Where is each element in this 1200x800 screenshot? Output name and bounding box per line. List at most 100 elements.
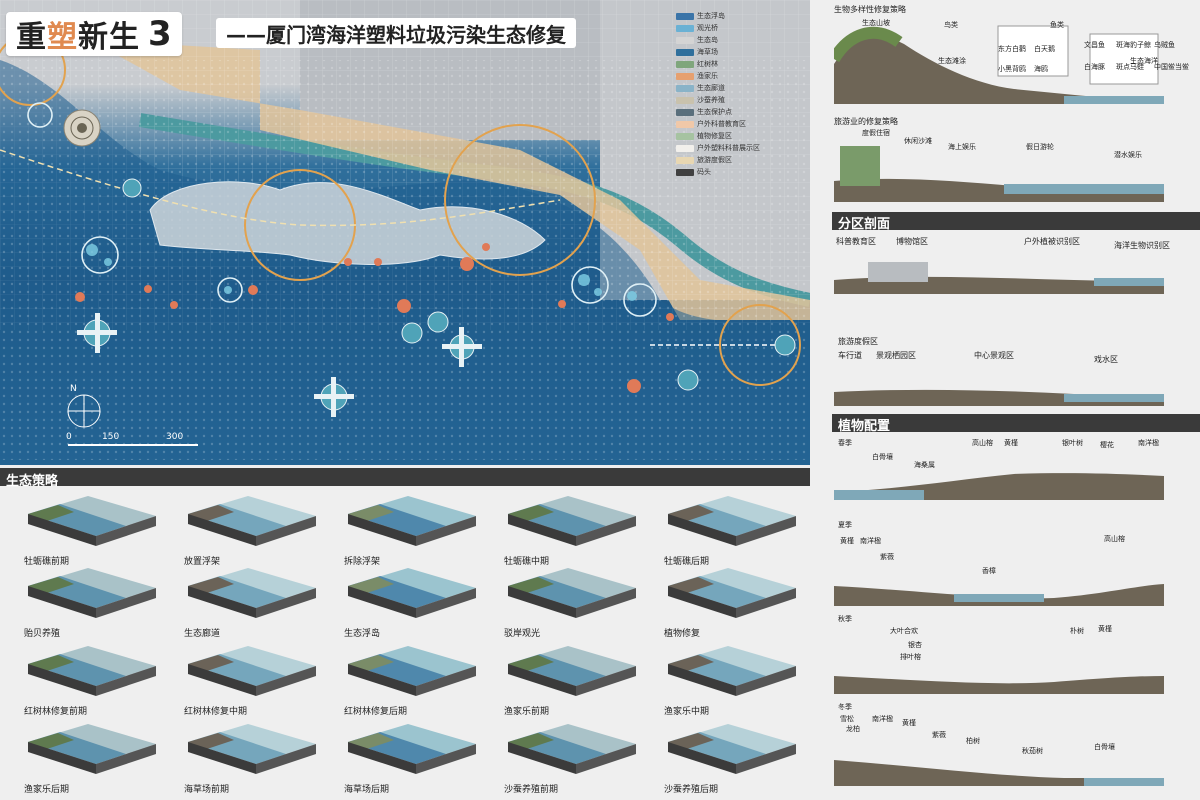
legend-item: 生态廊道: [676, 82, 808, 94]
legend-item: 旅游度假区: [676, 154, 808, 166]
tour-label-5: 潜水娱乐: [1114, 151, 1142, 159]
legend-label: 渔家乐: [697, 72, 718, 80]
legend-item: 生态浮岛: [676, 10, 808, 22]
legend-swatch: [676, 132, 694, 140]
strategy-tile: 牡蛎礁中期: [498, 492, 643, 570]
strategy-tile-label: 红树林修复前期: [24, 707, 88, 717]
bird-gull-small: 小黑背鸥: [998, 65, 1026, 73]
strategy-tile-label: 海草场前期: [184, 785, 230, 795]
strategy-tile-block: [668, 724, 796, 774]
bird-gull: 海鸥: [1034, 65, 1048, 73]
strategy-tile-block: [508, 646, 636, 696]
legend-label: 生态廊道: [697, 84, 725, 92]
tour-label-3: 海上娱乐: [948, 143, 976, 151]
tour-label-1: 度假住宿: [862, 129, 890, 137]
strategy-tile-block: [508, 724, 636, 774]
spring-plant-2: 海桑属: [914, 461, 935, 469]
summer-label: 夏季: [838, 521, 852, 529]
zone1-label-4: 海洋生物识别区: [1114, 241, 1170, 250]
fish-1: 文昌鱼: [1084, 41, 1105, 49]
spring-plant-5: 银叶树: [1062, 439, 1083, 447]
strategy-tile: 渔家乐中期: [658, 642, 803, 720]
spring-plant-7: 南洋楹: [1138, 439, 1159, 447]
winter-plant-3: 南洋楹: [872, 715, 893, 723]
summer-plant-1: 黄槿: [840, 537, 854, 545]
strategy-tile: 沙蚕养殖后期: [658, 720, 803, 798]
legend-item: 观光桥: [676, 22, 808, 34]
summer-plant-2: 南洋楹: [860, 537, 881, 545]
strategy-tile-block: [28, 568, 156, 618]
strategy-tile: 红树林修复中期: [178, 642, 323, 720]
legend-item: 户外科普教育区: [676, 118, 808, 130]
spring-label: 春季: [838, 439, 852, 447]
site-plan-map: N 0 150 300 重塑新生 3 ——厦门湾海洋塑料垃圾污染生态修复 生态浮…: [0, 0, 810, 465]
zone2-label-2: 车行道: [838, 351, 862, 360]
bio-label-birds: 鸟类: [944, 21, 958, 29]
poster-title: 重塑新生 3: [6, 12, 182, 56]
strategy-tile: 生态廊道: [178, 564, 323, 642]
strategy-tile: 沙蚕养殖前期: [498, 720, 643, 798]
legend-swatch: [676, 120, 694, 128]
fish-4: 白海豚: [1084, 63, 1105, 71]
legend-label: 生态岛: [697, 36, 718, 44]
spring-plant-1: 白骨壤: [872, 453, 893, 461]
strategy-tile: 生态浮岛: [338, 564, 483, 642]
strategy-tile-block: [348, 724, 476, 774]
strategy-tile: 渔家乐后期: [18, 720, 163, 798]
strategy-tile-label: 渔家乐中期: [664, 707, 710, 717]
spring-plant-6: 樱花: [1100, 441, 1114, 449]
strategy-header-bar: [0, 468, 810, 486]
legend-swatch: [676, 12, 694, 20]
bio-label-mudflat: 生态滩涂: [938, 57, 966, 65]
compass-label: N: [70, 384, 77, 394]
fish-2: 斑海豹子鲸: [1116, 41, 1151, 49]
strategy-tile-block: [668, 496, 796, 546]
legend-swatch: [676, 168, 694, 176]
strategy-tile-block: [188, 496, 316, 546]
strategy-tile-block: [28, 496, 156, 546]
legend-label: 红树林: [697, 60, 718, 68]
zone1-label-3: 户外植被识别区: [1024, 237, 1080, 246]
legend-label: 海草场: [697, 48, 718, 56]
autumn-plant-3: 朴树: [1070, 627, 1084, 635]
winter-label: 冬季: [838, 703, 852, 711]
zone1-label-1: 科普教育区: [836, 237, 876, 246]
strategy-tile-block: [188, 724, 316, 774]
winter-plant-7: 秋茄树: [1022, 747, 1043, 755]
legend-swatch: [676, 24, 694, 32]
zone-profile-1: [834, 262, 1164, 294]
scale-bar: [68, 444, 198, 446]
strategy-tile-label: 红树林修复中期: [184, 707, 248, 717]
legend-label: 旅游度假区: [697, 156, 732, 164]
strategy-tile-label: 生态浮岛: [344, 629, 381, 639]
strategy-tile-block: [348, 646, 476, 696]
bio-label-fish: 鱼类: [1050, 21, 1064, 29]
winter-plant-8: 白骨壤: [1094, 743, 1115, 751]
legend-label: 植物修复区: [697, 132, 732, 140]
summer-plant-3: 紫薇: [880, 553, 894, 561]
strategy-tile-block: [188, 568, 316, 618]
legend-label: 户外塑料科普展示区: [697, 144, 760, 152]
legend-swatch: [676, 144, 694, 152]
legend-item: 渔家乐: [676, 70, 808, 82]
tour-label-4: 假日游轮: [1026, 143, 1054, 151]
strategy-tile: 驳岸观光: [498, 564, 643, 642]
bird-swan: 白天鹅: [1034, 45, 1055, 53]
strategy-tile-block: [188, 646, 316, 696]
strategy-tile-block: [508, 496, 636, 546]
zone1-label-2: 博物馆区: [896, 237, 928, 246]
tour-label-2: 休闲沙滩: [904, 137, 932, 145]
strategy-tile: 牡蛎礁后期: [658, 492, 803, 570]
legend-item: 生态保护点: [676, 106, 808, 118]
map-legend: 生态浮岛 观光桥 生态岛 海草场 红树林 渔家乐 生态廊道 沙蚕养殖 生态保护点 户外科普教育区植…: [676, 10, 808, 178]
strategy-tile-label: 植物修复: [664, 629, 701, 639]
legend-item: 户外塑料科普展示区: [676, 142, 808, 154]
legend-item: 植物修复区: [676, 130, 808, 142]
spring-plant-3: 高山榕: [972, 439, 993, 447]
strategy-tile: 贻贝养殖: [18, 564, 163, 642]
strategy-tile: 红树林修复前期: [18, 642, 163, 720]
legend-swatch: [676, 84, 694, 92]
legend-item: 海草场: [676, 46, 808, 58]
legend-label: 观光桥: [697, 24, 718, 32]
title-subtitle: ——厦门湾海洋塑料垃圾污染生态修复: [226, 22, 566, 47]
